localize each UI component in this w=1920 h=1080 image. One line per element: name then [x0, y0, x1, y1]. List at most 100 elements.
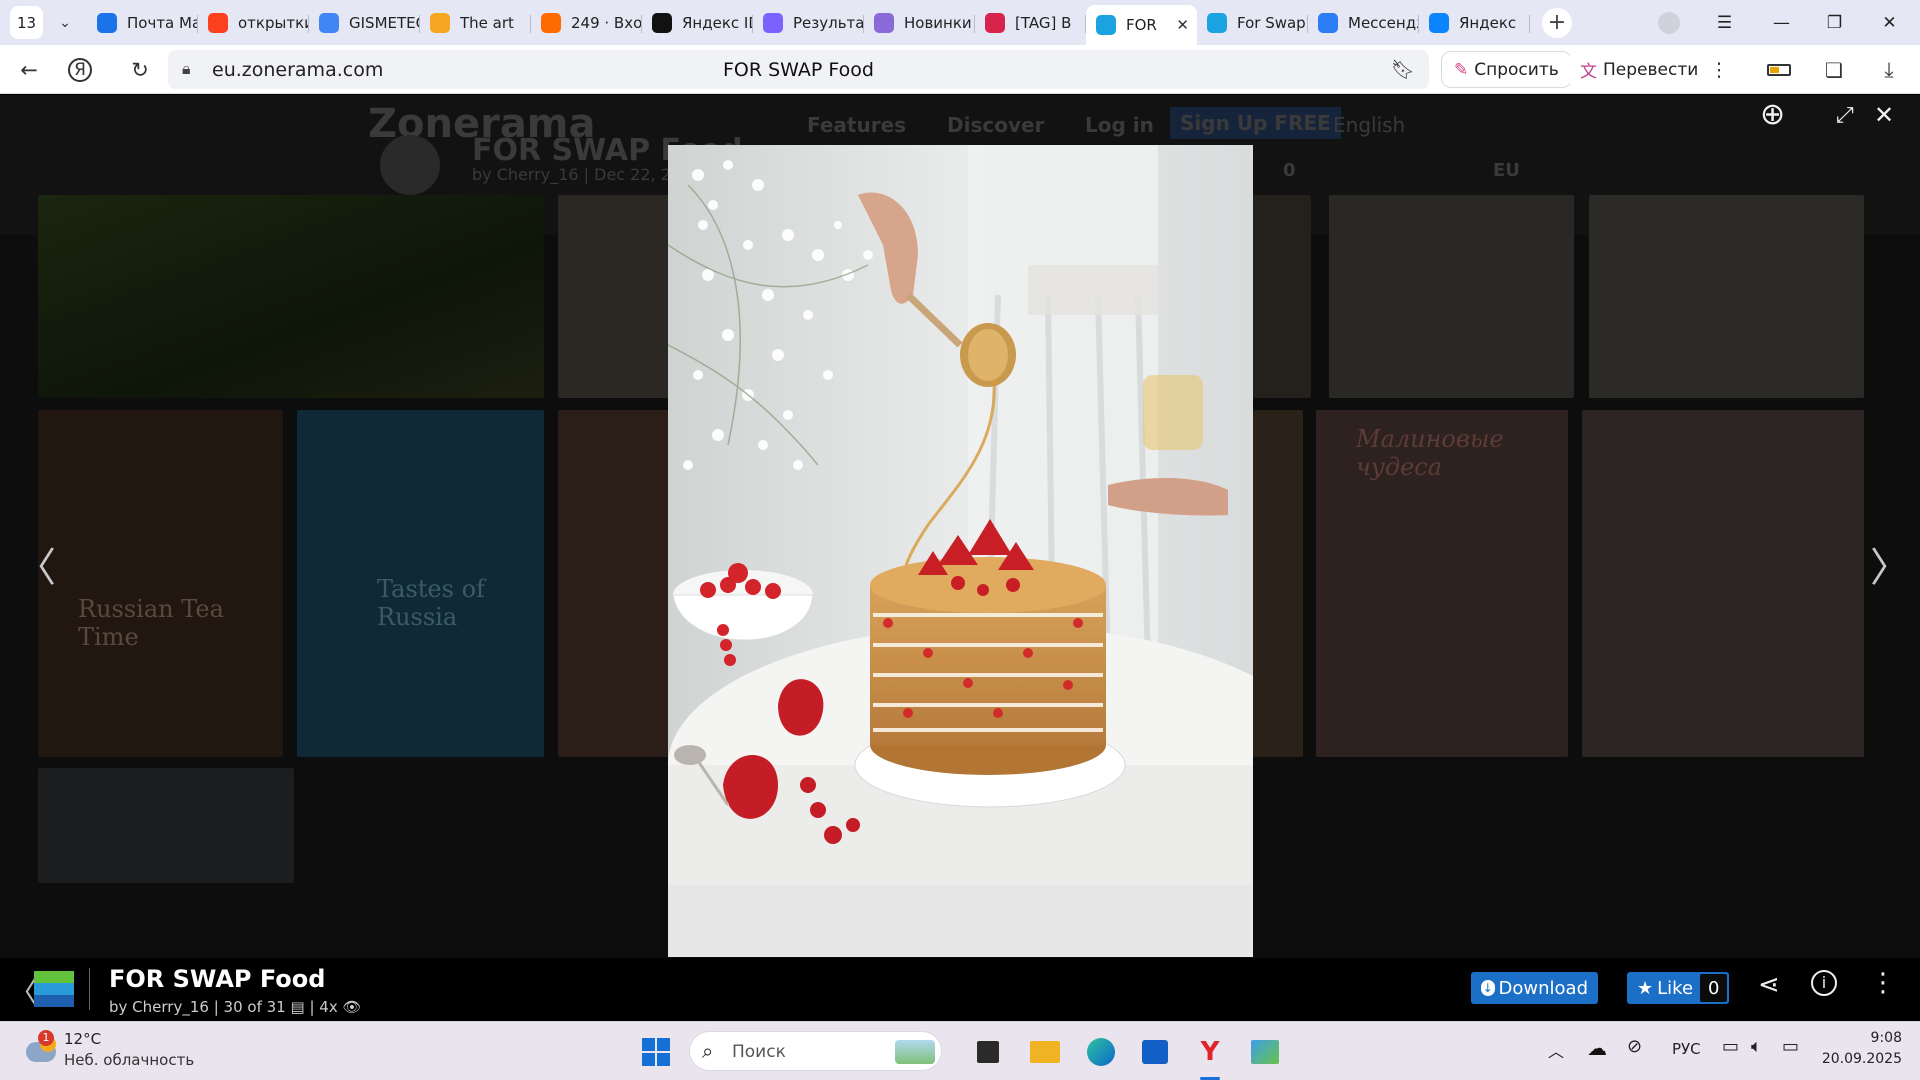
gallery-tile[interactable]: Малиновые чудеса: [1316, 410, 1568, 757]
browser-tab[interactable]: Результаты: [753, 3, 864, 43]
tray-overflow-icon[interactable]: ︿: [1548, 1038, 1564, 1062]
zonerama-icon: [1207, 12, 1227, 33]
photo-author[interactable]: by Cherry_16: [109, 998, 209, 1016]
browser-tab[interactable]: Мессенджер: [1308, 3, 1419, 43]
control-panel-icon[interactable]: [1245, 1032, 1285, 1072]
browser-tab[interactable]: For Swap: [1197, 3, 1308, 43]
gallery-tile[interactable]: [38, 195, 544, 398]
display-icon[interactable]: ▭: [1722, 1036, 1739, 1057]
zonerama-icon: [1096, 14, 1116, 35]
share-icon[interactable]: ⋖: [1758, 970, 1780, 1000]
browser-tab[interactable]: Новинки: [864, 3, 975, 43]
download-icon[interactable]: ⤓: [1872, 53, 1906, 87]
tab-count-button[interactable]: 13: [10, 6, 43, 39]
menu-icon[interactable]: ☰: [1697, 0, 1752, 45]
new-tab-button[interactable]: +: [1542, 7, 1572, 38]
weather-badge: 1: [38, 1030, 54, 1046]
start-icon[interactable]: [636, 1032, 676, 1072]
lightbox-photo[interactable]: [668, 145, 1253, 957]
reload-icon[interactable]: ↻: [123, 53, 157, 87]
gallery-tile[interactable]: [1253, 410, 1303, 757]
nav-login[interactable]: Log in: [1085, 113, 1154, 137]
browser-tab[interactable]: открытки: [198, 3, 309, 43]
tab-label: 249 · Вход: [571, 13, 642, 32]
browser-tab[interactable]: The art: [420, 3, 531, 43]
signup-button[interactable]: Sign Up FREE: [1170, 107, 1341, 139]
chevron-down-icon[interactable]: ⌄: [47, 5, 83, 41]
photo-meta: by Cherry_16 | 30 of 31 ▤ | 4x 👁︎: [109, 998, 362, 1016]
info-icon[interactable]: i: [1811, 970, 1837, 996]
gallery-tile[interactable]: Russian Tea Time: [38, 410, 283, 757]
nav-discover[interactable]: Discover: [947, 113, 1044, 137]
gallery-tile[interactable]: Tastes of Russia: [297, 410, 544, 757]
edge-icon[interactable]: [1081, 1032, 1121, 1072]
profile-avatar[interactable]: [1658, 12, 1680, 34]
browser-tab[interactable]: [TAG] B: [975, 3, 1086, 43]
browser-tab-bar: 13 ⌄ Почта Mail.ru открытки GISMETEO The ar…: [0, 0, 1920, 45]
address-field[interactable]: 🔒︎ eu.zonerama.com FOR SWAP Food 🔖︎: [168, 50, 1429, 89]
close-tab-icon[interactable]: ✕: [1176, 16, 1189, 34]
zonerama-logo-icon[interactable]: [34, 971, 74, 1007]
photo-views: 4x: [319, 998, 338, 1016]
search-placeholder: Поиск: [732, 1042, 786, 1062]
onedrive-icon[interactable]: ☁: [1587, 1036, 1607, 1060]
album-likes[interactable]: 0: [1283, 160, 1296, 181]
gallery-tile[interactable]: [1582, 410, 1864, 757]
gallery-tile[interactable]: [1329, 195, 1574, 398]
gallery-tile[interactable]: [38, 768, 294, 883]
meta-separator: |: [309, 998, 320, 1016]
p-icon: [985, 12, 1005, 33]
minimize-icon[interactable]: —: [1754, 0, 1809, 45]
like-button[interactable]: ★ Like 0: [1627, 972, 1729, 1004]
gallery-tile[interactable]: [1253, 195, 1311, 398]
stripes-icon: [874, 12, 894, 33]
battery-icon[interactable]: ▭: [1782, 1036, 1799, 1057]
clock-date[interactable]: 20.09.2025: [1808, 1051, 1902, 1067]
yandex-browser-taskbar-icon[interactable]: Y: [1190, 1032, 1230, 1072]
browser-tab[interactable]: Яндекс: [1419, 3, 1530, 43]
bookmark-icon[interactable]: 🔖︎: [1391, 58, 1415, 81]
volume-icon[interactable]: 🔈︎: [1751, 1036, 1762, 1057]
clock-time[interactable]: 9:08: [1822, 1030, 1902, 1046]
mail-icon: [97, 12, 117, 33]
browser-tab[interactable]: 249 · Вход: [531, 3, 642, 43]
battery-saver-icon[interactable]: [1762, 53, 1796, 87]
network-status-icon[interactable]: ⊘: [1627, 1036, 1642, 1057]
language-select[interactable]: English: [1333, 113, 1405, 137]
ask-button[interactable]: ✎ Спросить: [1441, 51, 1572, 88]
nav-features[interactable]: Features: [807, 113, 906, 137]
browser-tab[interactable]: GISMETEO: [309, 3, 420, 43]
page-content: Zonerama Features Discover Log in Sign U…: [0, 95, 1920, 1021]
collections-icon[interactable]: ❏: [1817, 53, 1851, 87]
zoom-in-icon[interactable]: ⊕: [1760, 97, 1785, 132]
author-avatar[interactable]: [380, 135, 440, 195]
more-options-icon[interactable]: ⋮: [1870, 968, 1896, 998]
back-icon[interactable]: ←: [12, 53, 46, 87]
yandex-logo-icon[interactable]: Я: [68, 58, 92, 82]
restore-icon[interactable]: ❐: [1807, 0, 1862, 45]
browser-tab[interactable]: Почта Mail.ru: [87, 3, 198, 43]
taskbar-search[interactable]: ⌕ Поиск: [689, 1031, 942, 1071]
task-view-icon[interactable]: [968, 1032, 1008, 1072]
browser-tab-active[interactable]: FOR ✕: [1086, 4, 1197, 45]
weather-desc[interactable]: Неб. облачность: [64, 1051, 194, 1069]
download-button[interactable]: ↓ Download: [1471, 972, 1598, 1004]
gallery-tile[interactable]: [558, 410, 673, 757]
fullscreen-icon[interactable]: ⤢: [1836, 103, 1854, 128]
next-photo-arrow[interactable]: 〉: [1870, 535, 1910, 593]
browser-tab[interactable]: Яндекс ID: [642, 3, 753, 43]
input-language[interactable]: РУС: [1672, 1040, 1701, 1058]
search-icon: ⌕: [702, 1039, 714, 1063]
yandex-browser-icon: [1429, 12, 1449, 33]
gallery-tile[interactable]: [558, 195, 673, 398]
close-lightbox-icon[interactable]: ✕: [1874, 101, 1894, 129]
previous-photo-arrow[interactable]: 〈: [16, 535, 56, 593]
file-explorer-icon[interactable]: [1025, 1032, 1065, 1072]
close-window-icon[interactable]: ✕: [1862, 0, 1917, 45]
gallery-tile[interactable]: [1589, 195, 1864, 398]
store-icon[interactable]: [1135, 1032, 1175, 1072]
weather-widget[interactable]: 1: [24, 1030, 58, 1068]
weather-temp[interactable]: 12°C: [64, 1030, 101, 1048]
translate-button[interactable]: 文 Перевести: [1568, 51, 1711, 88]
more-vertical-icon[interactable]: ⋮: [1702, 53, 1736, 87]
